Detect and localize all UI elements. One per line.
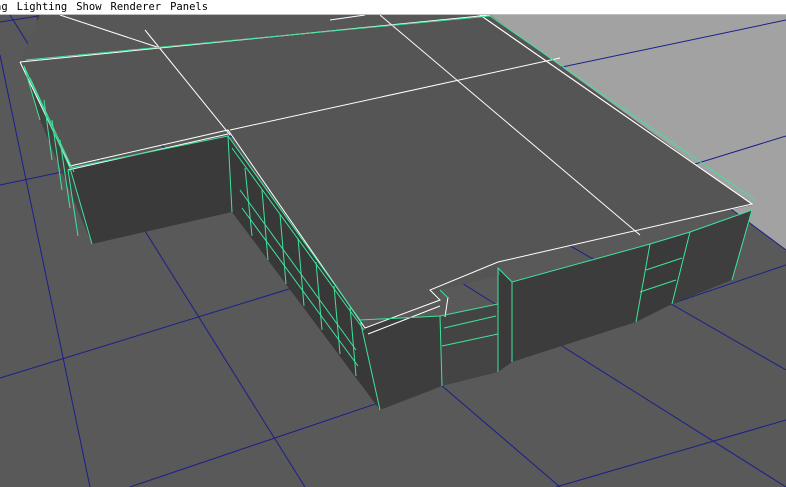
front-wall-return	[498, 268, 512, 372]
menu-shading[interactable]: ng	[0, 0, 8, 14]
menu-lighting[interactable]: Lighting	[17, 0, 68, 14]
viewport-canvas[interactable]	[0, 15, 786, 487]
menu-show[interactable]: Show	[76, 0, 101, 14]
perspective-viewport[interactable]	[0, 15, 786, 487]
menu-panels[interactable]: Panels	[170, 0, 208, 14]
panel-menu-bar: ng Lighting Show Renderer Panels	[0, 0, 786, 15]
modeling-app-window: ng Lighting Show Renderer Panels	[0, 0, 786, 487]
menu-renderer[interactable]: Renderer	[111, 0, 162, 14]
